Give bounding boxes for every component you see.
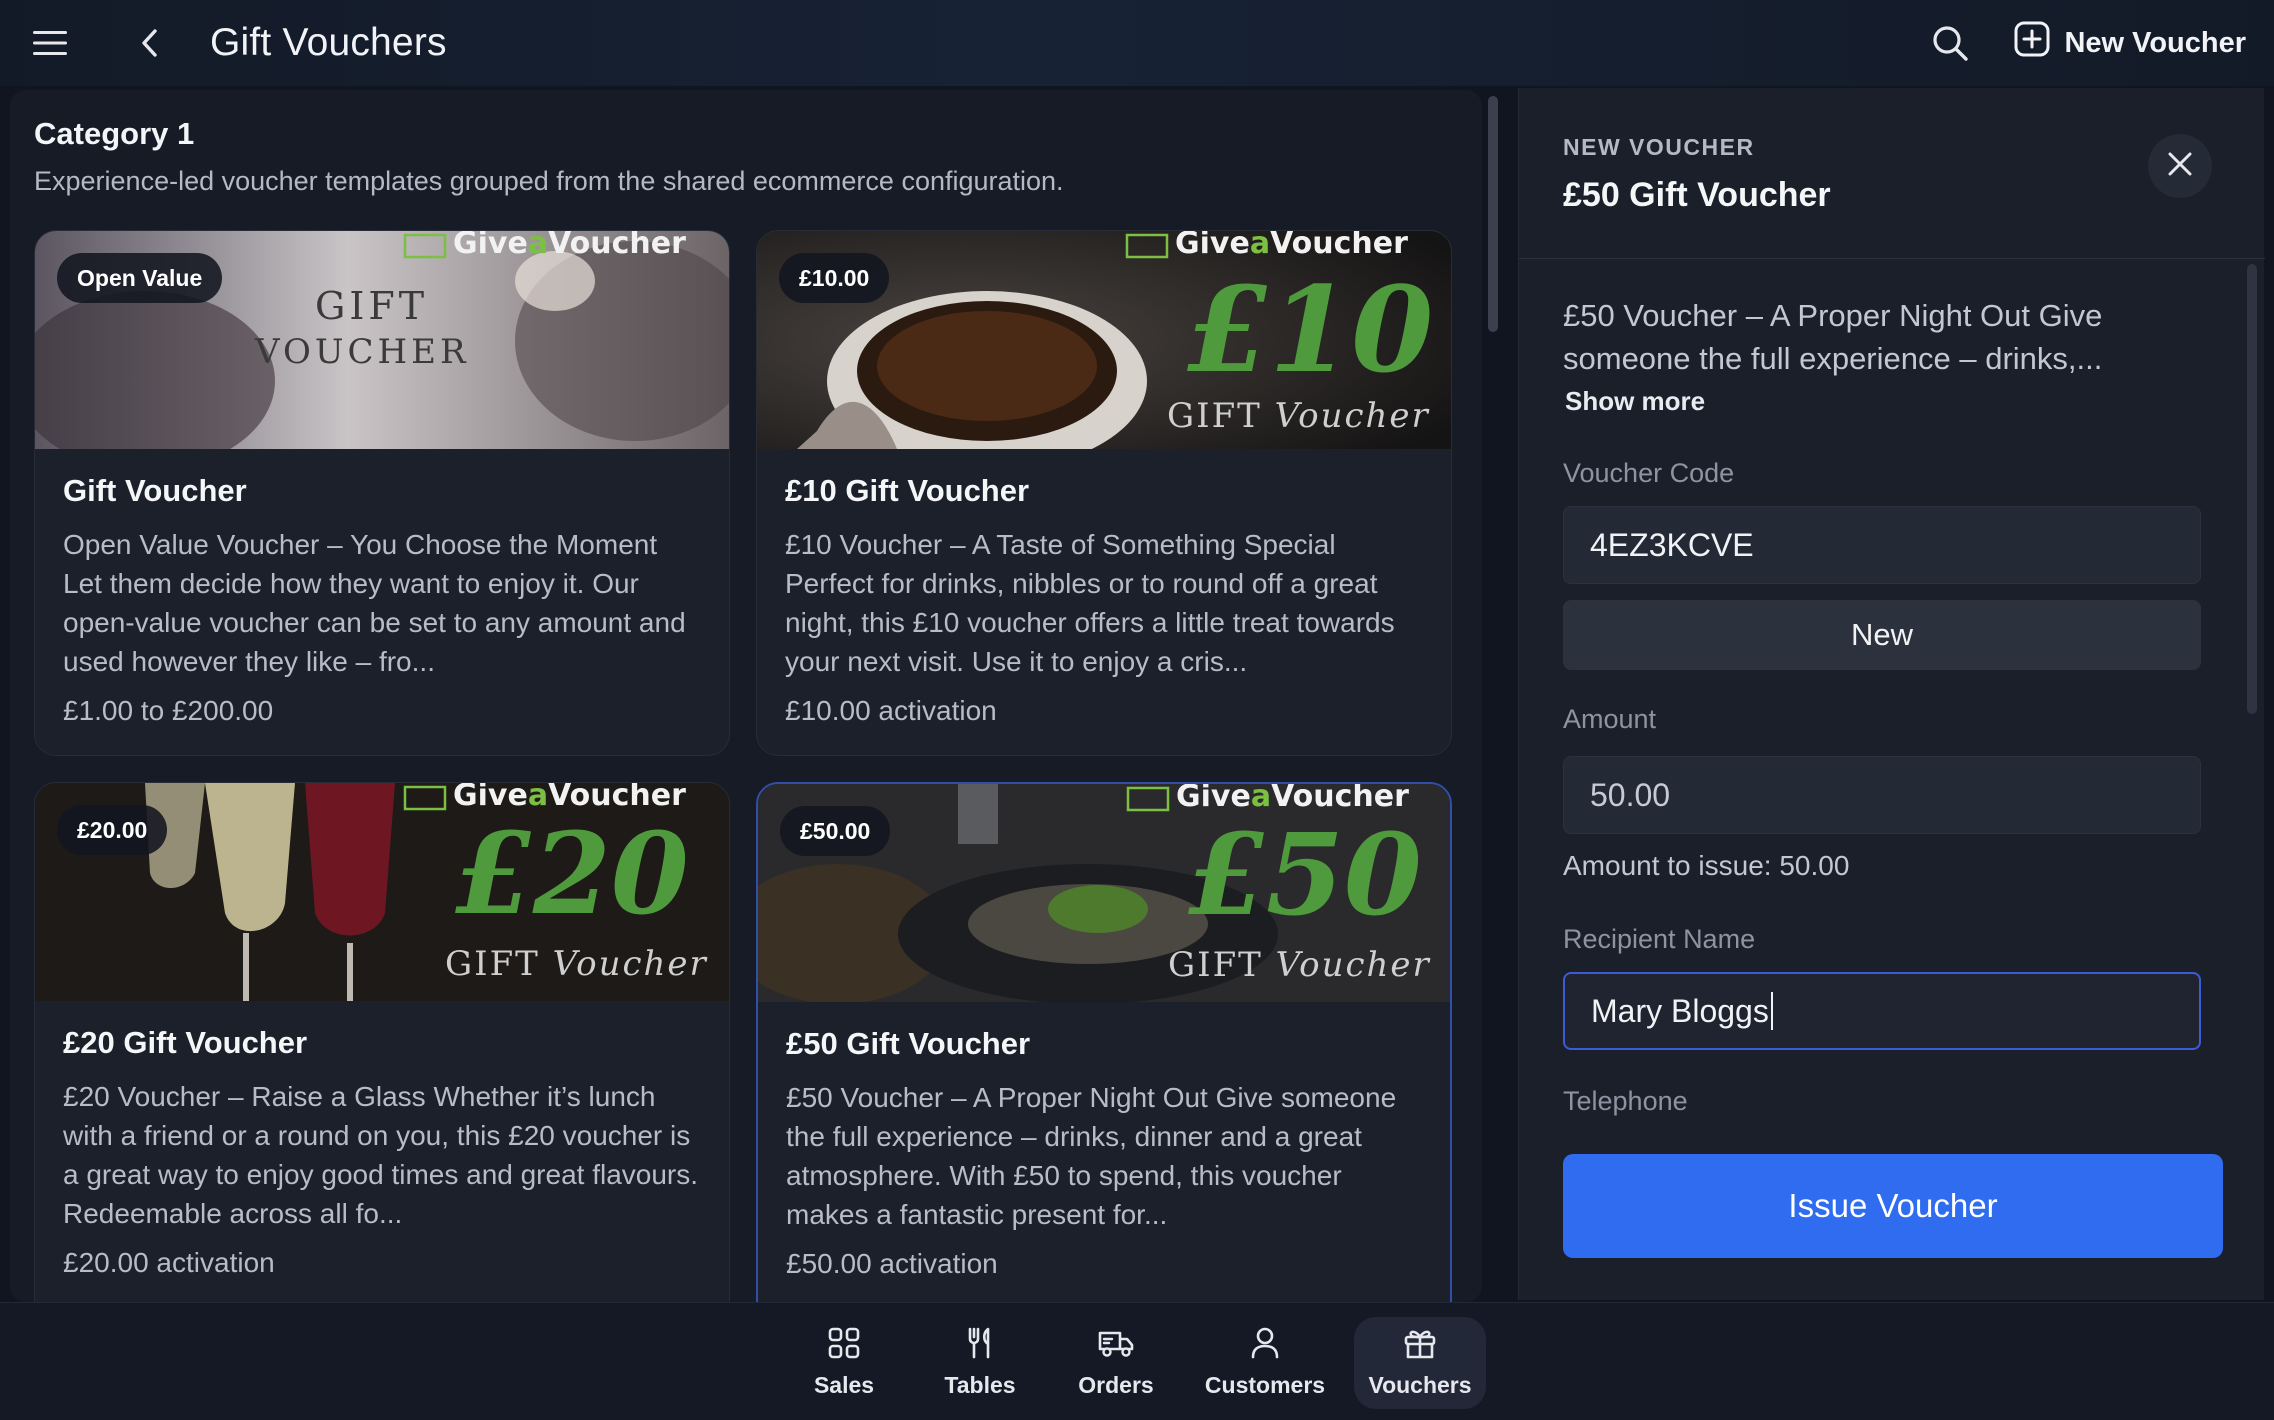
price-badge: £10.00 [779, 253, 890, 303]
menu-icon[interactable] [26, 19, 74, 67]
panel-eyebrow: NEW VOUCHER [1563, 134, 1755, 160]
nav-label: Sales [813, 1372, 875, 1398]
recipient-name-label: Recipient Name [1563, 924, 1756, 954]
svg-text:£50: £50 [1188, 810, 1422, 941]
amount-to-issue: Amount to issue: 50.00 [1563, 850, 1850, 881]
nav-vouchers[interactable]: Vouchers [1354, 1317, 1486, 1409]
list-scrollbar[interactable] [1488, 96, 1498, 332]
voucher-image: £10 GIFT Voucher GiveaVoucher £10.00 [757, 231, 1451, 449]
voucher-image: £50 GIFT Voucher GiveaVoucher £50.00 [758, 784, 1450, 1002]
voucher-card-open-value[interactable]: GIFT VOUCHER GiveaVoucher Open Value Gif… [34, 230, 730, 756]
panel-divider [1519, 258, 2265, 259]
card-description: £10 Voucher – A Taste of Something Speci… [785, 529, 1395, 677]
svg-text:GiveaVoucher: GiveaVoucher [1175, 231, 1408, 261]
svg-text:£10: £10 [1187, 260, 1433, 399]
telephone-label: Telephone [1563, 1086, 1688, 1116]
nav-customers[interactable]: Customers [1200, 1317, 1330, 1409]
nav-tables[interactable]: Tables [930, 1317, 1030, 1409]
svg-text:GiveaVoucher: GiveaVoucher [453, 783, 686, 813]
svg-text:£20: £20 [455, 809, 689, 940]
card-description: £20 Voucher – Raise a Glass Whether it’s… [63, 1081, 699, 1229]
bottom-navigation: Sales Tables Orders Customers Vouchers [0, 1302, 2274, 1420]
price-badge: £20.00 [57, 805, 168, 855]
card-price: £20.00 activation [63, 1247, 275, 1278]
search-icon[interactable] [1926, 19, 1974, 67]
voucher-code-label: Voucher Code [1563, 458, 1735, 488]
show-more-link[interactable]: Show more [1565, 386, 1705, 417]
card-title: Gift Voucher [63, 473, 247, 508]
nav-label: Vouchers [1368, 1372, 1472, 1398]
svg-text:GiveaVoucher: GiveaVoucher [453, 231, 686, 261]
fork-knife-icon [964, 1327, 996, 1364]
voucher-code-input[interactable]: 4EZ3KCVE [1563, 506, 2201, 584]
price-badge: £50.00 [780, 806, 891, 856]
card-price: £1.00 to £200.00 [63, 695, 274, 726]
card-description: £50 Voucher – A Proper Night Out Give so… [786, 1082, 1397, 1230]
gift-icon [1403, 1327, 1437, 1364]
voucher-card-20[interactable]: £20 GIFT Voucher GiveaVoucher £20.00 £20… [34, 782, 730, 1302]
amount-input[interactable]: 50.00 [1563, 756, 2201, 834]
nav-label: Orders [1078, 1372, 1154, 1398]
category-title: Category 1 [34, 116, 195, 151]
close-icon [2167, 151, 2193, 182]
nav-orders[interactable]: Orders [1066, 1317, 1166, 1409]
amount-value: 50.00 [1590, 776, 1671, 813]
grid-icon [828, 1327, 860, 1364]
panel-title: £50 Gift Voucher [1563, 176, 1831, 214]
voucher-code-value: 4EZ3KCVE [1590, 526, 1754, 563]
category-description: Experience-led voucher templates grouped… [34, 166, 1064, 196]
recipient-name-input[interactable]: Mary Bloggs [1563, 972, 2201, 1050]
voucher-image: GIFT VOUCHER GiveaVoucher Open Value [35, 231, 729, 449]
text-caret [1770, 992, 1773, 1030]
voucher-card-10[interactable]: £10 GIFT Voucher GiveaVoucher £10.00 £10… [756, 230, 1452, 756]
card-price: £10.00 activation [785, 695, 997, 726]
gift-text: GIFT [315, 284, 428, 328]
card-title: £50 Gift Voucher [786, 1026, 1031, 1061]
issue-voucher-button[interactable]: Issue Voucher [1563, 1154, 2223, 1258]
nav-sales[interactable]: Sales [800, 1317, 888, 1409]
card-title: £10 Gift Voucher [785, 473, 1030, 508]
price-badge: Open Value [57, 253, 223, 303]
generate-new-code-button[interactable]: New [1563, 600, 2201, 670]
truck-icon [1098, 1327, 1134, 1364]
panel-scrollbar[interactable] [2247, 264, 2257, 714]
svg-text:GiveaVoucher: GiveaVoucher [1176, 784, 1409, 814]
svg-text:GIFT Voucher: GIFT Voucher [1167, 396, 1430, 436]
amount-label: Amount [1563, 704, 1657, 734]
new-voucher-panel: NEW VOUCHER £50 Gift Voucher £50 Voucher… [1518, 88, 2265, 1300]
voucher-card-50[interactable]: £50 GIFT Voucher GiveaVoucher £50.00 £50… [756, 782, 1452, 1302]
voucher-image: £20 GIFT Voucher GiveaVoucher £20.00 [35, 783, 729, 1001]
person-icon [1250, 1327, 1280, 1364]
plus-square-icon [2014, 21, 2050, 65]
voucher-template-list: Category 1 Experience-led voucher templa… [10, 90, 1482, 1302]
svg-text:GIFT Voucher: GIFT Voucher [1168, 945, 1431, 985]
page-title: Gift Vouchers [210, 21, 447, 64]
nav-label: Customers [1204, 1372, 1326, 1398]
recipient-name-value: Mary Bloggs [1591, 992, 1769, 1029]
voucher-text: VOUCHER [254, 332, 470, 372]
back-chevron-icon[interactable] [126, 19, 174, 67]
svg-text:GIFT Voucher: GIFT Voucher [445, 944, 708, 984]
new-voucher-button[interactable]: New Voucher [2014, 21, 2246, 65]
nav-label: Tables [944, 1372, 1016, 1398]
close-panel-button[interactable] [2148, 134, 2212, 198]
card-description: Open Value Voucher – You Choose the Mome… [63, 529, 686, 677]
card-title: £20 Gift Voucher [63, 1025, 308, 1060]
new-voucher-label: New Voucher [2064, 26, 2246, 59]
app-header: Gift Vouchers New Voucher [0, 0, 2274, 86]
card-price: £50.00 activation [786, 1248, 998, 1279]
panel-description: £50 Voucher – A Proper Night Out Give so… [1563, 298, 2103, 376]
